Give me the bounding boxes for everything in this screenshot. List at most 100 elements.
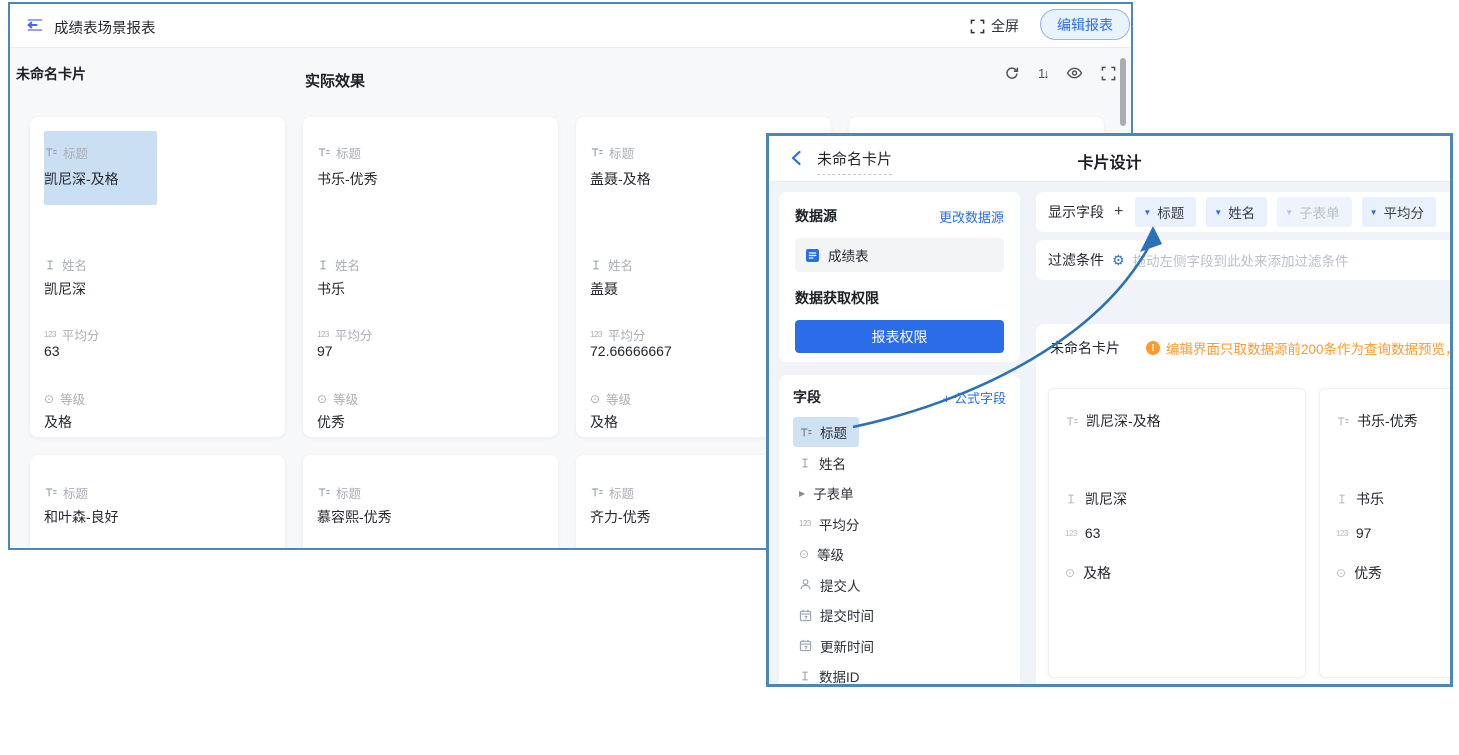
field-label: 姓名 [317,255,360,274]
refresh-icon[interactable] [1004,65,1020,81]
preview-grade-row: ⊙ 优秀 [1336,563,1382,583]
name-value: 凯尼深 [44,279,86,299]
preview-name-row: 书乐 [1336,489,1384,509]
field-item-grade[interactable]: ⊙ 等级 [793,539,1006,570]
calendar-icon [799,609,812,622]
select-field-icon: ⊙ [1336,566,1346,580]
grade-value: 及格 [590,412,618,432]
record-card[interactable]: 标题 和叶森-良好 [30,455,285,550]
field-label: 标题 [590,143,634,162]
collapse-sidebar-icon[interactable] [26,17,44,38]
preview-record-card[interactable]: 凯尼深-及格 凯尼深 123 63 ⊙ 及格 [1048,388,1306,678]
report-permission-button[interactable]: 报表权限 [795,320,1004,353]
text-field-icon [799,670,811,682]
fullscreen-brackets-icon [970,19,985,34]
preview-record-card[interactable]: 书乐-优秀 书乐 123 97 ⊙ 优秀 [1319,388,1453,678]
field-label: 标题 [317,143,361,162]
actual-effect-title: 实际效果 [305,70,365,91]
edit-report-button[interactable]: 编辑报表 [1040,9,1130,40]
preview-card-name: 未命名卡片 [1050,338,1120,358]
fullscreen-control[interactable]: 全屏 [970,16,1019,36]
title-field-icon [44,146,57,159]
field-item-data-id[interactable]: 数据ID [793,661,1006,687]
field-item-score[interactable]: 123 平均分 [793,509,1006,540]
sort-icon[interactable]: 1↓ [1038,66,1048,81]
number-field-icon: 123 [799,519,811,528]
record-card[interactable]: 标题 凯尼深-及格 姓名 凯尼深 123 平均分 63 ⊙ 等级 及格 [30,117,285,437]
field-item-title[interactable]: 标题 [793,417,1006,448]
field-item-update-time[interactable]: 更新时间 [793,631,1006,662]
preview-title-row: 凯尼深-及格 [1065,411,1161,431]
preview-name-row: 凯尼深 [1065,489,1127,509]
record-card[interactable]: 标题 慕容熙-优秀 [303,455,558,550]
datasource-panel: 数据源 更改数据源 成绩表 数据获取权限 报表权限 [779,192,1020,362]
card-toolbar: 1↓ [1004,65,1116,81]
display-field-chip-name[interactable]: ▼姓名 [1206,197,1267,227]
design-header: 卡片设计 未命名卡片 [769,136,1450,182]
fullscreen-label[interactable]: 全屏 [991,16,1019,36]
chevron-down-icon: ▼ [1370,208,1378,217]
field-label: 123 平均分 [44,325,99,344]
field-item-submitter[interactable]: 提交人 [793,570,1006,601]
document-icon [805,248,820,263]
select-field-icon: ⊙ [44,392,54,406]
title-field-icon [317,146,330,159]
vertical-scrollbar[interactable] [1120,58,1126,126]
filter-panel: 过滤条件 ⚙ 拖动左侧字段到此处来添加过滤条件 [1036,240,1453,280]
gear-icon[interactable]: ⚙ [1112,252,1125,269]
field-label: ⊙ 等级 [590,389,631,408]
field-label: 123 平均分 [317,325,372,344]
text-field-icon [317,259,329,271]
subform-expand-icon: ▶ [799,489,805,498]
field-label: 姓名 [590,255,633,274]
title-value: 书乐-优秀 [317,169,378,189]
filter-dropzone-placeholder[interactable]: 拖动左侧字段到此处来添加过滤条件 [1133,250,1349,270]
card-preview-panel: 未命名卡片 ! 编辑界面只取数据源前200条作为查询数据预览，实 凯尼深-及格 … [1036,324,1453,687]
display-field-chip-title[interactable]: ▼标题 [1135,197,1196,227]
preview-grade-row: ⊙ 及格 [1065,563,1111,583]
title-field-icon [590,146,603,159]
field-label: 标题 [317,483,361,502]
field-label: 标题 [44,483,88,502]
display-field-chip-subform[interactable]: ▼子表单 [1277,197,1351,227]
report-header: 成绩表场景报表 全屏 编辑报表 [10,4,1131,48]
formula-field-link[interactable]: + 公式字段 [943,388,1006,407]
name-value: 盖聂 [590,279,618,299]
add-display-field-button[interactable]: + [1114,203,1123,221]
number-field-icon: 123 [1065,529,1077,538]
card-name-editable[interactable]: 未命名卡片 [817,148,892,175]
fields-list: 标题 姓名 ▶ 子表单 [793,417,1006,687]
display-fields-label: 显示字段 [1048,202,1104,222]
change-datasource-link[interactable]: 更改数据源 [939,207,1004,226]
title-value: 和叶森-良好 [44,507,119,527]
text-field-icon [590,259,602,271]
display-fields-panel: 显示字段 + ▼标题 ▼姓名 ▼子表单 ▼平均分 [1036,192,1453,232]
preview-score-row: 123 63 [1065,525,1100,541]
field-label: ⊙ 等级 [317,389,358,408]
number-field-icon: 123 [590,330,602,339]
datasource-item[interactable]: 成绩表 [795,238,1004,272]
permission-heading: 数据获取权限 [795,288,1004,308]
chevron-down-icon: ▼ [1143,208,1151,217]
eye-icon[interactable] [1066,66,1083,80]
record-card[interactable]: 标题 书乐-优秀 姓名 书乐 123 平均分 97 ⊙ 等级 优秀 [303,117,558,437]
expand-icon[interactable] [1101,66,1116,81]
field-label: 标题 [44,143,88,162]
grade-value: 及格 [44,412,72,432]
person-icon [799,578,812,591]
chevron-down-icon: ▼ [1214,208,1222,217]
title-value: 凯尼深-及格 [44,169,119,189]
chevron-down-icon: ▼ [1285,208,1293,217]
field-item-name[interactable]: 姓名 [793,448,1006,479]
card-group-title: 未命名卡片 [16,64,86,84]
fields-panel: 字段 + 公式字段 标题 姓名 [779,375,1020,687]
text-field-icon [1336,493,1348,505]
calendar-icon [799,639,812,652]
title-value: 盖聂-及格 [590,169,651,189]
field-item-subform[interactable]: ▶ 子表单 [793,478,1006,509]
display-field-chip-score[interactable]: ▼平均分 [1362,197,1436,227]
field-item-submit-time[interactable]: 提交时间 [793,600,1006,631]
grade-value: 优秀 [317,412,345,432]
select-field-icon: ⊙ [799,547,809,561]
design-content: 数据源 更改数据源 成绩表 数据获取权限 报表权限 字段 + 公式字段 [769,182,1450,684]
